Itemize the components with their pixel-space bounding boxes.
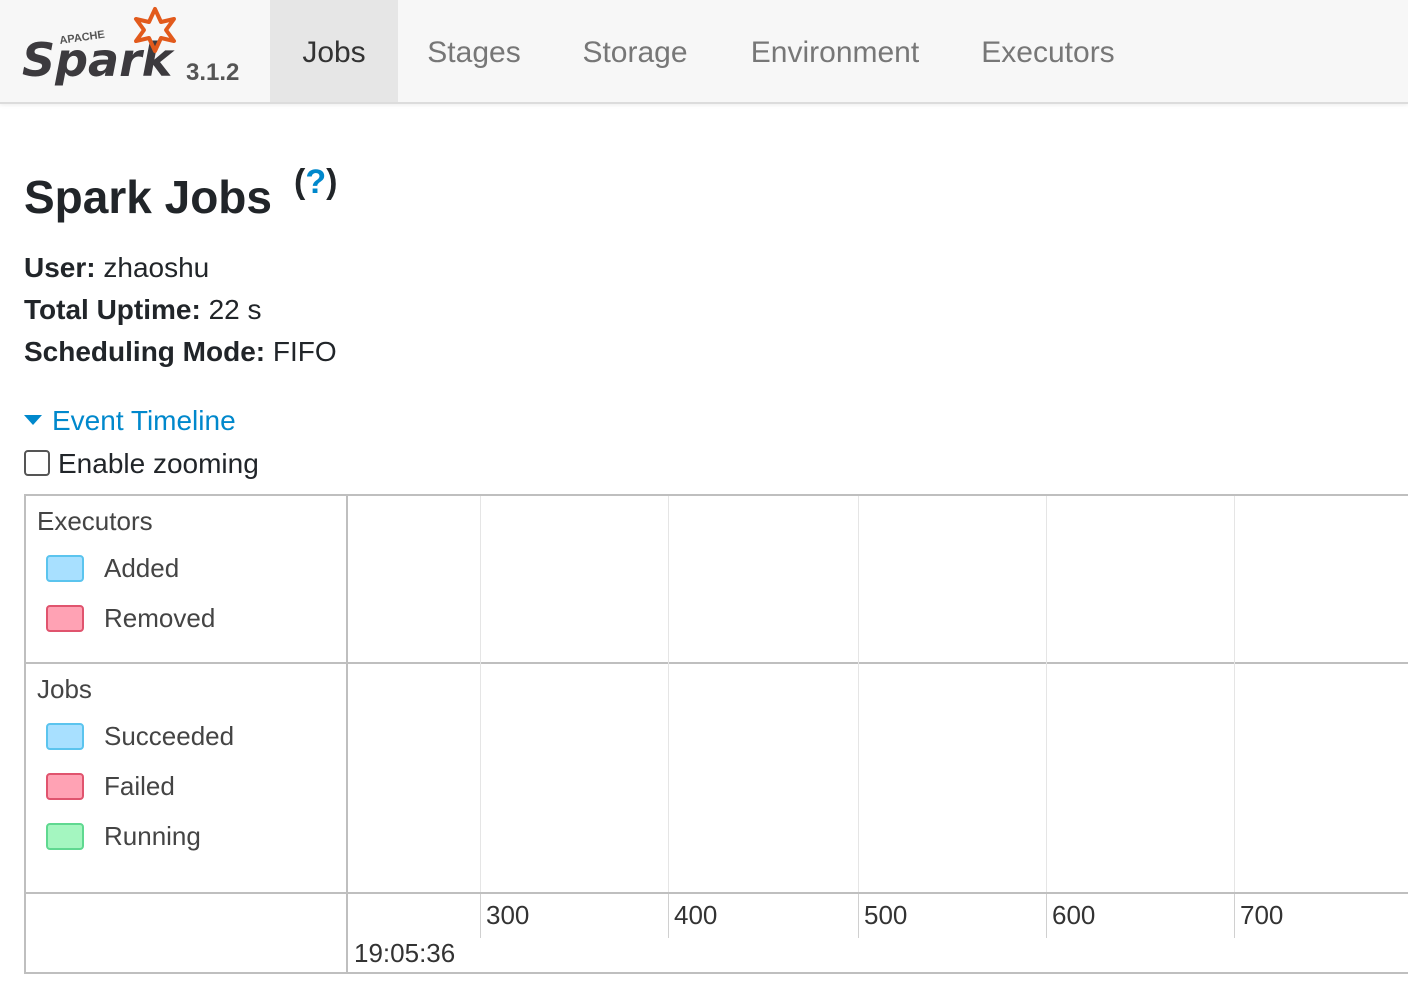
- legend-executor-added: Added: [46, 553, 179, 584]
- enable-zooming[interactable]: Enable zooming: [24, 448, 259, 480]
- legend-job-running: Running: [46, 821, 201, 852]
- legend-job-succeeded: Succeeded: [46, 721, 234, 752]
- legend-swatch: [46, 822, 84, 850]
- grid-line: [1046, 496, 1047, 892]
- axis-tick-label: 400: [674, 900, 718, 930]
- legend-job-failed: Failed: [46, 771, 175, 802]
- help-icon[interactable]: ?: [305, 163, 326, 201]
- tab-stages[interactable]: Stages: [398, 0, 550, 102]
- legend-swatch: [46, 772, 84, 800]
- top-navbar: APACHE Spark 3.1.2 Jobs Stages Storage E…: [0, 0, 1408, 104]
- axis-tick-label: 500: [864, 900, 908, 930]
- tab-environment[interactable]: Environment: [720, 0, 950, 102]
- label-column-divider: [346, 496, 348, 974]
- page-title: Spark Jobs: [24, 171, 272, 223]
- user-info: User: zhaoshu: [24, 252, 210, 283]
- grid-line: [858, 496, 859, 892]
- event-timeline-toggle[interactable]: Event Timeline: [24, 405, 236, 437]
- jobs-group-title: Jobs: [37, 674, 92, 704]
- axis-tick-label: 300: [486, 900, 530, 930]
- brand[interactable]: APACHE Spark 3.1.2: [0, 0, 270, 102]
- axis-tick-label: 600: [1052, 900, 1096, 930]
- axis-tick: [1046, 894, 1047, 938]
- axis-tick: [1234, 894, 1235, 938]
- help-tooltip[interactable]: (?): [294, 163, 337, 202]
- grid-line: [1234, 496, 1235, 892]
- legend-swatch: [46, 722, 84, 750]
- enable-zooming-checkbox[interactable]: [24, 449, 50, 476]
- axis-tick-label: 700: [1240, 900, 1284, 930]
- axis-start-time: 19:05:36: [354, 938, 456, 968]
- tab-executors[interactable]: Executors: [950, 0, 1146, 102]
- axis-divider: [26, 892, 1408, 894]
- grid-line: [668, 496, 669, 892]
- scheduling-mode-info: Scheduling Mode: FIFO: [24, 336, 337, 367]
- caret-down-icon: [24, 414, 42, 425]
- event-timeline[interactable]: Executors Added Removed Jobs Succeeded F…: [24, 494, 1408, 974]
- grid-line: [480, 496, 481, 892]
- executors-group-title: Executors: [37, 506, 153, 536]
- tab-storage[interactable]: Storage: [550, 0, 720, 102]
- group-divider: [26, 662, 1408, 664]
- spark-logo: APACHE Spark: [22, 7, 176, 87]
- axis-tick: [480, 894, 481, 938]
- legend-swatch: [46, 604, 84, 632]
- legend-executor-removed: Removed: [46, 603, 215, 634]
- axis-tick: [858, 894, 859, 938]
- axis-tick: [668, 894, 669, 938]
- legend-swatch: [46, 554, 84, 582]
- uptime-info: Total Uptime: 22 s: [24, 294, 262, 325]
- version-label: 3.1.2: [186, 59, 240, 86]
- tab-jobs[interactable]: Jobs: [270, 0, 398, 102]
